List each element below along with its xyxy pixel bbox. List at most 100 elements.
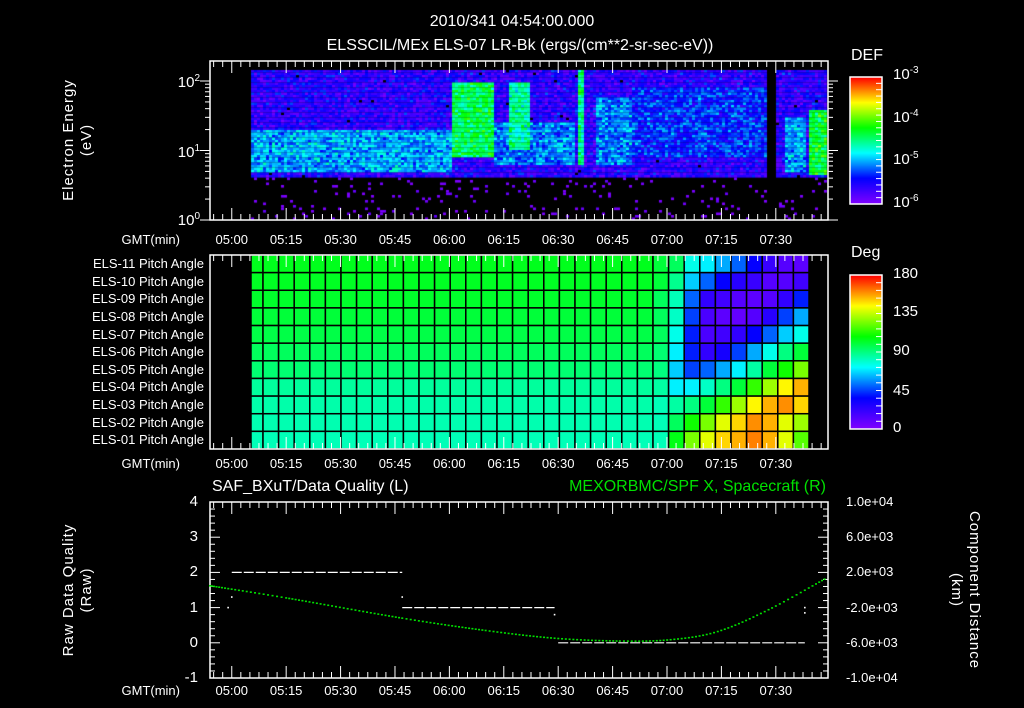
pitch-angle-cell xyxy=(250,377,264,397)
pitch-angle-cell xyxy=(527,307,545,327)
orbit-point xyxy=(433,622,436,625)
pitch-angle-cell xyxy=(730,412,748,433)
pitch-angle-cell xyxy=(465,254,483,274)
pitch-angle-cell xyxy=(262,377,280,397)
pitch-angle-cell xyxy=(277,289,295,309)
time-tick-label: 06:15 xyxy=(487,232,521,247)
pitch-angle-cell xyxy=(309,324,327,344)
time-tick-label: 05:30 xyxy=(324,683,357,698)
pitch-angle-cell xyxy=(293,412,311,433)
pitch-angle-cell xyxy=(667,289,685,309)
time-tick-label: 07:00 xyxy=(650,232,684,247)
orbit-point xyxy=(436,622,439,625)
pitch-angle-cell xyxy=(667,395,685,415)
time-tick-label: 07:15 xyxy=(705,232,738,247)
orbit-point xyxy=(369,612,372,614)
pitch-angle-cell xyxy=(309,430,327,450)
orbit-point xyxy=(691,636,694,638)
pitch-angle-cell xyxy=(324,271,342,292)
pitch-angle-cell xyxy=(527,342,545,362)
pitch-angle-cell xyxy=(527,377,545,397)
orbit-point xyxy=(587,639,590,641)
pitch-row-label: ELS-07 Pitch Angle xyxy=(91,326,204,342)
pitch-angle-cell xyxy=(250,342,264,362)
energy-tick-1: 100 xyxy=(177,211,200,229)
pitch-angle-cell xyxy=(293,395,311,415)
pitch-angle-cell xyxy=(652,430,670,450)
orbit-point xyxy=(814,583,817,585)
pitch-angle-cell xyxy=(777,254,795,274)
pitch-angle-cell xyxy=(761,360,779,380)
pitch-angle-cell xyxy=(402,271,420,292)
pitch-angle-cell xyxy=(387,377,405,397)
orbit-point xyxy=(209,584,211,587)
pitch-angle-cell xyxy=(792,289,810,309)
time-tick-label: 05:15 xyxy=(269,683,303,698)
quality-tick-label: -1 xyxy=(184,669,198,686)
pitch-angle-cell xyxy=(511,360,529,380)
pitch-angle-cell xyxy=(402,254,420,274)
pitch-angle-cell xyxy=(355,271,373,292)
pitch-angle-cell xyxy=(433,324,451,344)
quality-tick-label: 1 xyxy=(189,598,198,616)
pitch-angle-cell xyxy=(402,307,420,327)
pitch-angle-cell xyxy=(777,377,795,397)
orbit-point xyxy=(745,619,748,622)
orbit-point xyxy=(380,613,383,616)
pitch-angle-cell xyxy=(371,360,389,380)
orbit-point xyxy=(234,588,237,591)
pitch-angle-cell xyxy=(340,324,358,344)
pitch-row-label: ELS-09 Pitch Angle xyxy=(91,291,204,307)
orbit-point xyxy=(778,603,781,605)
pitch-row-label: ELS-04 Pitch Angle xyxy=(91,379,204,395)
orbit-point xyxy=(720,629,723,632)
pitch-angle-cell xyxy=(621,324,639,344)
pitch-angle-cell xyxy=(480,395,498,415)
orbit-point xyxy=(327,604,330,607)
pitch-angle-cell xyxy=(433,412,451,433)
energy-panel-frame xyxy=(209,60,829,221)
pitch-angle-cell xyxy=(558,289,576,309)
pitch-angle-cell xyxy=(340,271,358,292)
pitch-angle-cell xyxy=(745,289,763,309)
time-tick-label: 06:15 xyxy=(487,456,521,471)
pitch-angle-cell xyxy=(496,412,514,433)
pitch-angle-cell xyxy=(699,324,717,344)
deg-tick-0: 0 xyxy=(893,419,902,436)
orbit-point xyxy=(391,615,394,618)
orbit-point xyxy=(468,627,471,630)
pitch-angle-cell xyxy=(714,254,732,274)
orbit-point xyxy=(429,621,432,624)
orbit-point xyxy=(680,637,683,640)
pitch-angle-cell xyxy=(621,289,639,309)
orbit-point xyxy=(673,638,676,641)
pitch-angle-cell xyxy=(387,360,405,380)
orbit-point xyxy=(774,605,777,607)
orbit-point xyxy=(285,597,288,599)
pitch-angle-cell xyxy=(418,289,436,309)
pitch-angle-cell xyxy=(745,324,763,344)
orbit-point xyxy=(492,630,495,633)
energy-axis-title: Electron Energy (eV) xyxy=(60,79,96,201)
pitch-angle-cell xyxy=(277,342,295,362)
pitch-angle-cell xyxy=(777,307,795,327)
orbit-point xyxy=(782,600,785,603)
pitch-angle-cell xyxy=(449,360,467,380)
pitch-angle-cell xyxy=(683,324,701,344)
pitch-angle-cell xyxy=(496,377,514,397)
quality-point xyxy=(230,596,233,598)
pitch-angle-cell xyxy=(324,254,342,274)
deg-tick-135: 135 xyxy=(893,303,919,320)
pitch-angle-cell xyxy=(652,412,670,433)
orbit-point xyxy=(481,629,484,631)
pitch-angle-cell xyxy=(277,307,295,327)
pitch-angle-cell xyxy=(433,377,451,397)
pitch-angle-cell xyxy=(667,360,685,380)
orbit-point xyxy=(525,634,528,637)
pitch-angle-cell xyxy=(699,307,717,327)
orbit-point xyxy=(350,608,353,611)
pitch-angle-cell xyxy=(340,377,358,397)
quality-panel-frame xyxy=(209,501,829,679)
pitch-angle-cell xyxy=(652,307,670,327)
pitch-row-label: ELS-03 Pitch Angle xyxy=(91,397,204,413)
